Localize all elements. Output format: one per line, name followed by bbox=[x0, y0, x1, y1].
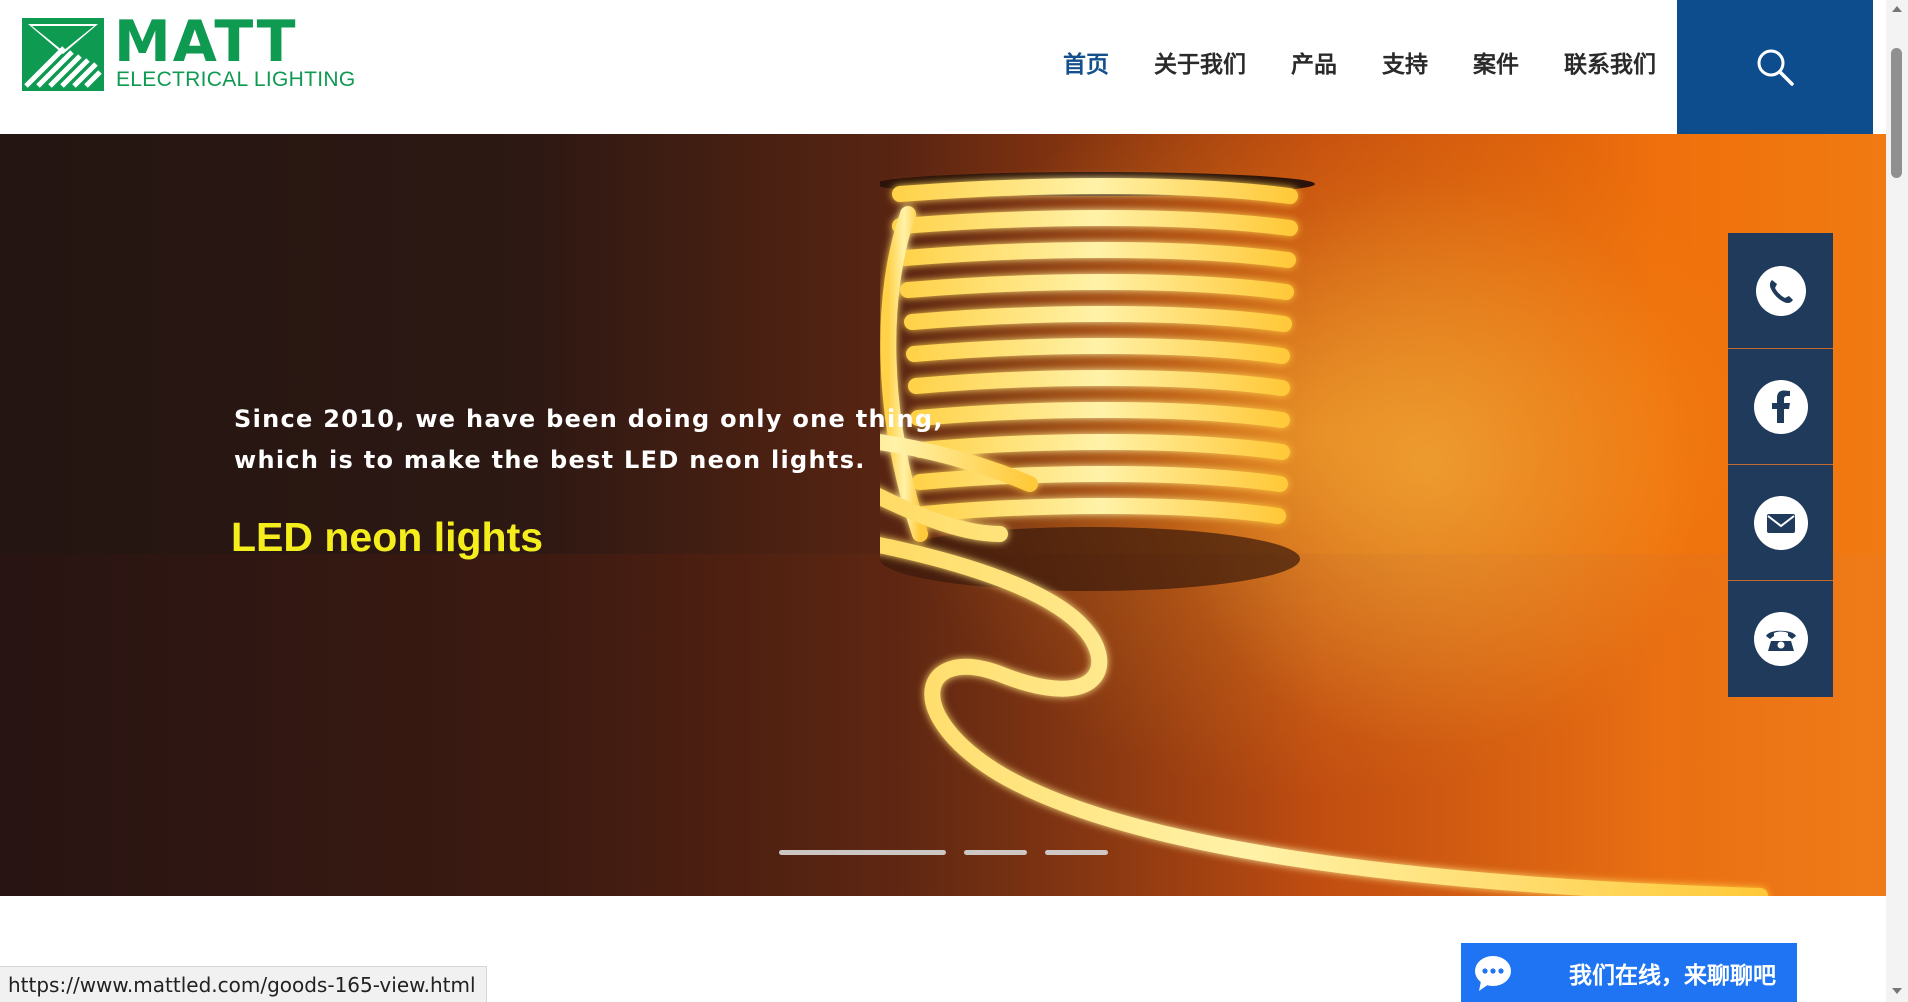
hero-tagline-line2: which is to make the best LED neon light… bbox=[234, 446, 866, 474]
live-chat-button[interactable]: 我们在线，来聊聊吧 bbox=[1461, 943, 1797, 1002]
side-contact-panel bbox=[1728, 233, 1833, 697]
phone-button[interactable] bbox=[1728, 581, 1833, 697]
hero-title: LED neon lights bbox=[231, 514, 544, 560]
logo-name: MATT bbox=[114, 9, 298, 75]
phone-icon bbox=[1753, 612, 1808, 666]
facebook-button[interactable] bbox=[1728, 349, 1833, 465]
email-icon bbox=[1753, 495, 1808, 550]
nav-item-support[interactable]: 支持 bbox=[1382, 48, 1428, 82]
carousel-dot-2[interactable] bbox=[964, 850, 1027, 855]
nav-item-about[interactable]: 关于我们 bbox=[1154, 48, 1246, 82]
vertical-scrollbar[interactable] bbox=[1886, 0, 1908, 1002]
main-nav: 首页 关于我们 产品 支持 案件 联系我们 bbox=[1018, 48, 1656, 82]
chat-label: 我们在线，来聊聊吧 bbox=[1569, 962, 1776, 989]
hero-banner: Since 2010, we have been doing only one … bbox=[0, 134, 1886, 896]
facebook-icon bbox=[1753, 379, 1808, 434]
whatsapp-icon bbox=[1755, 265, 1806, 316]
carousel-dot-3[interactable] bbox=[1045, 850, 1108, 855]
scrollbar-thumb[interactable] bbox=[1891, 48, 1902, 178]
status-bar-url: https://www.mattled.com/goods-165-view.h… bbox=[0, 966, 487, 1002]
logo-subtitle: ELECTRICAL LIGHTING bbox=[116, 68, 356, 91]
email-button[interactable] bbox=[1728, 465, 1833, 581]
scroll-up-arrow-icon[interactable] bbox=[1892, 6, 1902, 12]
carousel-indicators bbox=[779, 850, 1126, 855]
site-logo[interactable]: MATT ELECTRICAL LIGHTING bbox=[22, 12, 355, 94]
page: MATT ELECTRICAL LIGHTING 首页 关于我们 产品 支持 案… bbox=[0, 0, 1908, 1002]
chat-bubble-icon bbox=[1475, 955, 1511, 991]
search-button[interactable] bbox=[1677, 0, 1873, 134]
search-icon bbox=[1757, 49, 1794, 86]
nav-item-products[interactable]: 产品 bbox=[1291, 48, 1337, 82]
nav-item-home[interactable]: 首页 bbox=[1063, 48, 1109, 82]
logo-mark-icon bbox=[22, 18, 104, 91]
carousel-dot-1[interactable] bbox=[779, 850, 946, 855]
scroll-down-arrow-icon[interactable] bbox=[1892, 988, 1902, 994]
hero-tagline-line1: Since 2010, we have been doing only one … bbox=[234, 405, 944, 433]
whatsapp-button[interactable] bbox=[1728, 233, 1833, 349]
nav-item-contact[interactable]: 联系我们 bbox=[1564, 48, 1656, 82]
nav-item-cases[interactable]: 案件 bbox=[1473, 48, 1519, 82]
site-header: MATT ELECTRICAL LIGHTING 首页 关于我们 产品 支持 案… bbox=[0, 0, 1886, 134]
